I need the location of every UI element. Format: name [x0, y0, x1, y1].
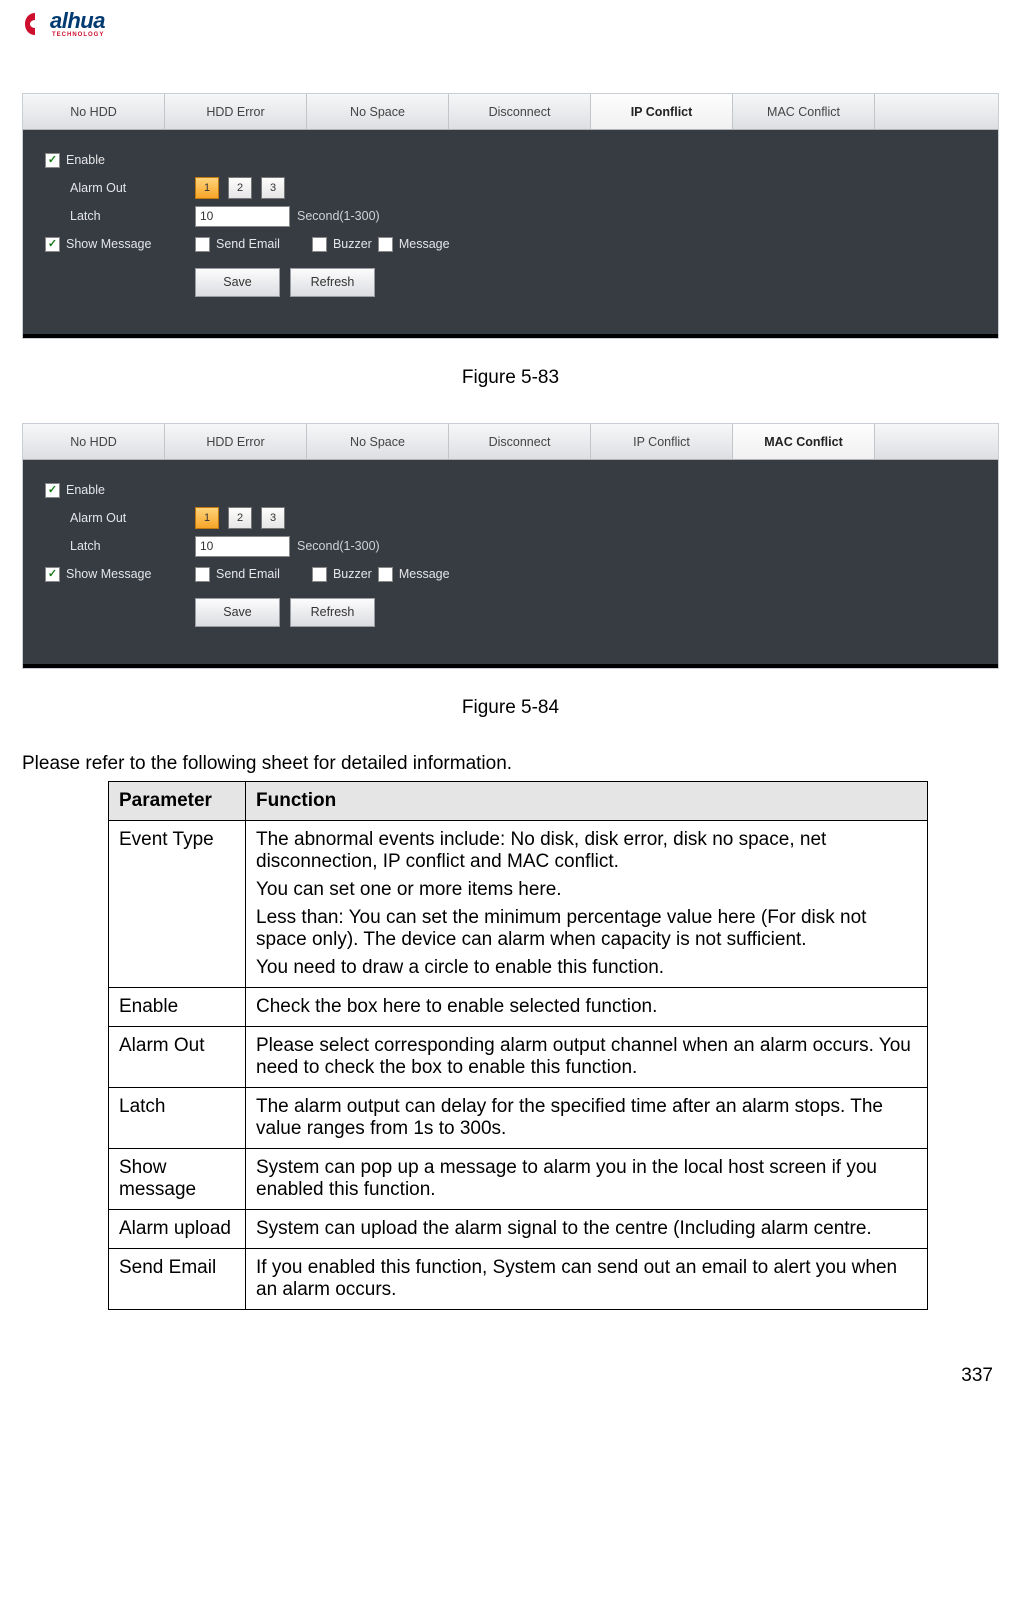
table-header-parameter: Parameter: [109, 782, 246, 821]
enable-checkbox[interactable]: [45, 153, 60, 168]
tab-bar: No HDD HDD Error No Space Disconnect IP …: [23, 94, 998, 130]
table-row: EnableCheck the box here to enable selec…: [109, 988, 928, 1027]
sendemail-label: Send Email: [216, 237, 280, 251]
param-name: Event Type: [109, 821, 246, 988]
param-function: Check the box here to enable selected fu…: [246, 988, 928, 1027]
buzzer-label: Buzzer: [333, 567, 372, 581]
refresh-button[interactable]: Refresh: [290, 268, 375, 297]
alarm-out-1[interactable]: 1: [195, 507, 219, 529]
buzzer-label: Buzzer: [333, 237, 372, 251]
message-label: Message: [399, 237, 450, 251]
page-number: 337: [22, 1365, 999, 1387]
tab-mac-conflict[interactable]: MAC Conflict: [733, 94, 875, 129]
latch-hint: Second(1-300): [297, 209, 380, 223]
message-checkbox[interactable]: [378, 237, 393, 252]
parameter-table: Parameter Function Event TypeThe abnorma…: [108, 781, 928, 1310]
table-row: Event TypeThe abnormal events include: N…: [109, 821, 928, 988]
sendemail-checkbox[interactable]: [195, 237, 210, 252]
param-name: Alarm upload: [109, 1210, 246, 1249]
latch-label: Latch: [70, 539, 101, 553]
message-label: Message: [399, 567, 450, 581]
table-row: Alarm OutPlease select corresponding ala…: [109, 1027, 928, 1088]
tab-hdd-error[interactable]: HDD Error: [165, 94, 307, 129]
enable-checkbox[interactable]: [45, 483, 60, 498]
tab-no-hdd[interactable]: No HDD: [23, 94, 165, 129]
sheet-intro: Please refer to the following sheet for …: [22, 753, 999, 775]
figure-caption: Figure 5-83: [22, 367, 999, 389]
latch-input[interactable]: [195, 536, 290, 557]
tab-hdd-error[interactable]: HDD Error: [165, 424, 307, 459]
param-function: If you enabled this function, System can…: [246, 1249, 928, 1310]
latch-label: Latch: [70, 209, 101, 223]
alarm-out-2[interactable]: 2: [228, 507, 252, 529]
settings-panel-macconflict: No HDD HDD Error No Space Disconnect IP …: [22, 423, 999, 669]
table-row: LatchThe alarm output can delay for the …: [109, 1088, 928, 1149]
alarm-out-3[interactable]: 3: [261, 507, 285, 529]
latch-input[interactable]: [195, 206, 290, 227]
tab-no-hdd[interactable]: No HDD: [23, 424, 165, 459]
param-function: System can pop up a message to alarm you…: [246, 1149, 928, 1210]
tab-disconnect[interactable]: Disconnect: [449, 94, 591, 129]
tab-ip-conflict[interactable]: IP Conflict: [591, 94, 733, 129]
param-name: Latch: [109, 1088, 246, 1149]
figure-caption: Figure 5-84: [22, 697, 999, 719]
latch-hint: Second(1-300): [297, 539, 380, 553]
param-name: Show message: [109, 1149, 246, 1210]
buzzer-checkbox[interactable]: [312, 567, 327, 582]
table-header-function: Function: [246, 782, 928, 821]
save-button[interactable]: Save: [195, 268, 280, 297]
save-button[interactable]: Save: [195, 598, 280, 627]
showmessage-checkbox[interactable]: [45, 567, 60, 582]
alarm-out-1[interactable]: 1: [195, 177, 219, 199]
logo-text: alhua: [50, 10, 105, 32]
showmessage-label: Show Message: [66, 237, 151, 251]
tab-bar: No HDD HDD Error No Space Disconnect IP …: [23, 424, 998, 460]
tab-no-space[interactable]: No Space: [307, 94, 449, 129]
param-name: Enable: [109, 988, 246, 1027]
logo-subtext: TECHNOLOGY: [52, 32, 105, 38]
showmessage-checkbox[interactable]: [45, 237, 60, 252]
enable-label: Enable: [66, 483, 105, 497]
tab-disconnect[interactable]: Disconnect: [449, 424, 591, 459]
table-row: Send EmailIf you enabled this function, …: [109, 1249, 928, 1310]
alarmout-label: Alarm Out: [70, 181, 126, 195]
logo-icon: [22, 11, 48, 37]
refresh-button[interactable]: Refresh: [290, 598, 375, 627]
tab-ip-conflict[interactable]: IP Conflict: [591, 424, 733, 459]
table-row: Alarm uploadSystem can upload the alarm …: [109, 1210, 928, 1249]
logo: alhua TECHNOLOGY: [22, 10, 999, 38]
param-function: Please select corresponding alarm output…: [246, 1027, 928, 1088]
buzzer-checkbox[interactable]: [312, 237, 327, 252]
table-row: Show messageSystem can pop up a message …: [109, 1149, 928, 1210]
sendemail-checkbox[interactable]: [195, 567, 210, 582]
alarm-out-3[interactable]: 3: [261, 177, 285, 199]
param-function: The alarm output can delay for the speci…: [246, 1088, 928, 1149]
tab-no-space[interactable]: No Space: [307, 424, 449, 459]
param-function: The abnormal events include: No disk, di…: [246, 821, 928, 988]
param-name: Alarm Out: [109, 1027, 246, 1088]
message-checkbox[interactable]: [378, 567, 393, 582]
enable-label: Enable: [66, 153, 105, 167]
param-name: Send Email: [109, 1249, 246, 1310]
settings-panel-ipconflict: No HDD HDD Error No Space Disconnect IP …: [22, 93, 999, 339]
showmessage-label: Show Message: [66, 567, 151, 581]
param-function: System can upload the alarm signal to th…: [246, 1210, 928, 1249]
alarm-out-2[interactable]: 2: [228, 177, 252, 199]
tab-mac-conflict[interactable]: MAC Conflict: [733, 424, 875, 459]
alarmout-label: Alarm Out: [70, 511, 126, 525]
sendemail-label: Send Email: [216, 567, 280, 581]
